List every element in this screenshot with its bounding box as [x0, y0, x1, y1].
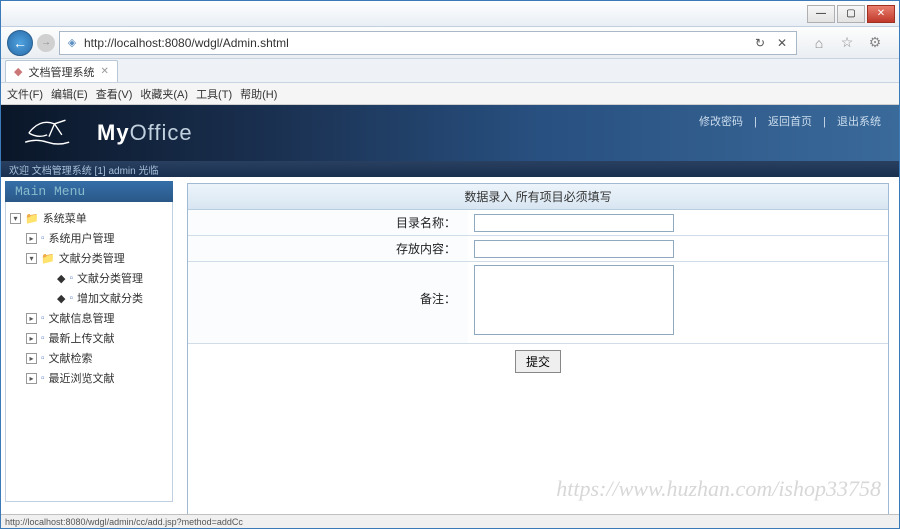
tree-item[interactable]: ◆ ▫ 文献分类管理: [10, 268, 168, 288]
tab-favicon-icon: ◆: [14, 65, 22, 78]
favorites-icon[interactable]: ☆: [837, 33, 857, 53]
window-maximize[interactable]: ▢: [837, 5, 865, 23]
app-banner: MyOffice 修改密码 | 返回首页 | 退出系统: [1, 105, 899, 161]
label-directory-name: 目录名称：: [188, 210, 468, 235]
nav-forward-button[interactable]: →: [37, 34, 55, 52]
app-title: MyOffice: [97, 120, 193, 146]
expand-icon[interactable]: ▸: [26, 333, 37, 344]
status-bar: http://localhost:8080/wdgl/admin/cc/add.…: [1, 514, 899, 528]
expand-icon[interactable]: ▸: [26, 373, 37, 384]
content-area: Main Menu ▾ 📁 系统菜单 ▸ ▫ 系统用户管理 ▾ 📁 文献分类管理…: [1, 177, 899, 516]
label-content: 存放内容：: [188, 236, 468, 261]
input-content[interactable]: [474, 240, 674, 258]
sidebar-header: Main Menu: [5, 181, 173, 202]
expand-icon[interactable]: ▸: [26, 233, 37, 244]
link-logout[interactable]: 退出系统: [833, 116, 885, 128]
tree-item[interactable]: ▸ ▫ 文献信息管理: [10, 308, 168, 328]
file-icon: ▫: [41, 333, 45, 344]
menu-edit[interactable]: 编辑(E): [51, 86, 88, 102]
link-home[interactable]: 返回首页: [764, 116, 816, 128]
input-directory-name[interactable]: [474, 214, 674, 232]
label-remark: 备注：: [188, 262, 468, 343]
tree-item[interactable]: ▸ ▫ 系统用户管理: [10, 228, 168, 248]
address-input-wrap[interactable]: ◈ ↻ ✕: [59, 31, 797, 55]
form-title: 数据录入 所有项目必须填写: [188, 184, 888, 210]
browser-tab[interactable]: ◆ 文档管理系统 ✕: [5, 60, 118, 82]
window-close[interactable]: ✕: [867, 5, 895, 23]
expand-icon[interactable]: ▸: [26, 313, 37, 324]
file-icon: ▫: [41, 353, 45, 364]
home-icon[interactable]: ⌂: [809, 33, 829, 53]
menu-file[interactable]: 文件(F): [7, 86, 43, 102]
tab-strip: ◆ 文档管理系统 ✕: [1, 59, 899, 83]
tab-title: 文档管理系统: [28, 64, 94, 80]
window-minimize[interactable]: —: [807, 5, 835, 23]
file-icon: ▫: [69, 273, 73, 284]
page-icon: ◈: [64, 35, 80, 51]
file-icon: ▫: [41, 233, 45, 244]
nav-back-button[interactable]: ←: [7, 30, 33, 56]
menu-view[interactable]: 查看(V): [96, 86, 133, 102]
stop-icon[interactable]: ✕: [772, 33, 792, 53]
address-input[interactable]: [80, 36, 750, 50]
tree-item[interactable]: ▸ ▫ 文献检索: [10, 348, 168, 368]
file-icon: ▫: [41, 373, 45, 384]
folder-icon: 📁: [25, 212, 39, 225]
welcome-strip: 欢迎 文档管理系统 [1] admin 光临: [1, 161, 899, 177]
tab-close-icon[interactable]: ✕: [100, 66, 108, 77]
address-bar-row: ← → ◈ ↻ ✕ ⌂ ☆ ⚙: [1, 27, 899, 59]
menu-favorites[interactable]: 收藏夹(A): [140, 86, 188, 102]
logo-icon: [21, 111, 77, 155]
menu-bar: 文件(F) 编辑(E) 查看(V) 收藏夹(A) 工具(T) 帮助(H): [1, 83, 899, 105]
collapse-icon[interactable]: ▾: [10, 213, 21, 224]
settings-gear-icon[interactable]: ⚙: [865, 33, 885, 53]
menu-tools[interactable]: 工具(T): [196, 86, 232, 102]
expand-icon[interactable]: ▸: [26, 353, 37, 364]
tree-root[interactable]: ▾ 📁 系统菜单: [10, 208, 168, 228]
tree-item[interactable]: ◆ ▫ 增加文献分类: [10, 288, 168, 308]
submit-button[interactable]: 提交: [515, 350, 561, 373]
sidebar: Main Menu ▾ 📁 系统菜单 ▸ ▫ 系统用户管理 ▾ 📁 文献分类管理…: [1, 177, 177, 516]
refresh-icon[interactable]: ↻: [750, 33, 770, 53]
folder-icon: 📁: [41, 252, 55, 265]
banner-links: 修改密码 | 返回首页 | 退出系统: [695, 113, 885, 129]
main-panel: 数据录入 所有项目必须填写 目录名称： 存放内容： 备注： 提交: [177, 177, 899, 516]
link-change-password[interactable]: 修改密码: [695, 116, 747, 128]
menu-help[interactable]: 帮助(H): [240, 86, 277, 102]
file-icon: ▫: [69, 293, 73, 304]
nav-tree: ▾ 📁 系统菜单 ▸ ▫ 系统用户管理 ▾ 📁 文献分类管理 ◆ ▫ 文献分类管…: [5, 202, 173, 502]
window-titlebar: — ▢ ✕: [1, 1, 899, 27]
textarea-remark[interactable]: [474, 265, 674, 335]
form-panel: 数据录入 所有项目必须填写 目录名称： 存放内容： 备注： 提交: [187, 183, 889, 528]
tree-item[interactable]: ▾ 📁 文献分类管理: [10, 248, 168, 268]
tree-item[interactable]: ▸ ▫ 最新上传文献: [10, 328, 168, 348]
file-icon: ▫: [41, 313, 45, 324]
tree-item[interactable]: ▸ ▫ 最近浏览文献: [10, 368, 168, 388]
collapse-icon[interactable]: ▾: [26, 253, 37, 264]
